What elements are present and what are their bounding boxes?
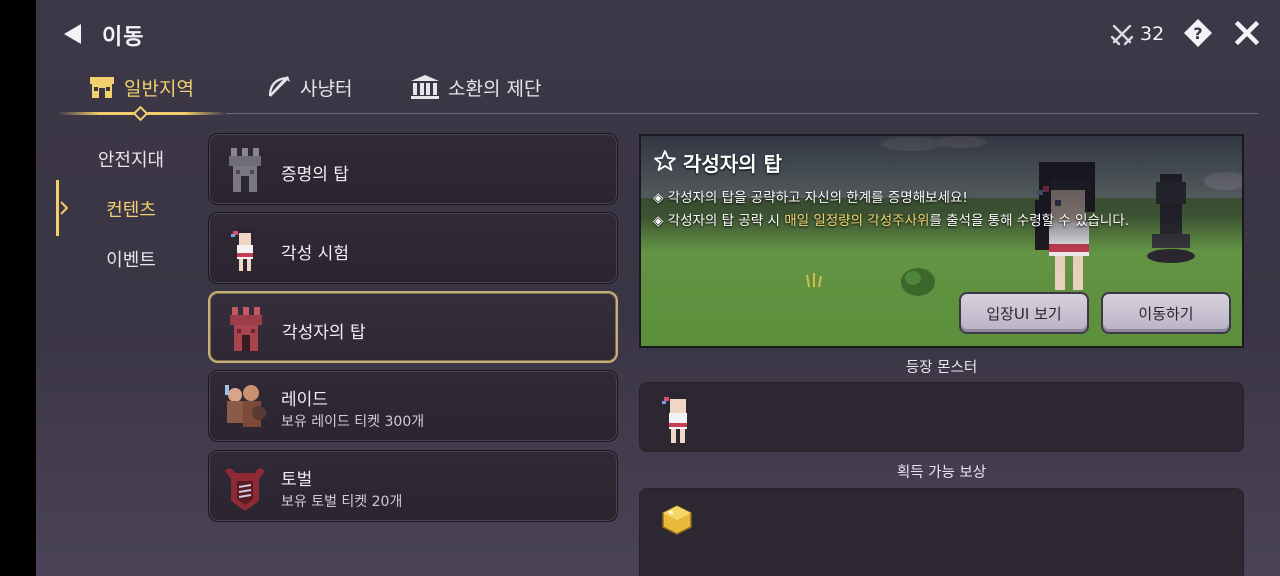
side-item-safe-zone[interactable]: 안전지대 <box>76 146 186 172</box>
gold-dice-reward-icon[interactable] <box>660 503 694 537</box>
list-item-raid[interactable]: 레이드 보유 레이드 티켓 300개 <box>208 370 618 442</box>
close-button[interactable] <box>1232 18 1262 48</box>
temple-icon <box>411 75 439 99</box>
tab-general-area[interactable]: 일반지역 <box>88 70 194 104</box>
back-button[interactable] <box>56 18 88 50</box>
page-title: 이동 <box>102 25 145 50</box>
list-item-subjugation[interactable]: 토벌 보유 토벌 티켓 20개 <box>208 450 618 522</box>
detail-title: 각성자의 탑 <box>683 152 782 176</box>
side-active-marker <box>56 180 59 236</box>
list-item-subtitle: 보유 토벌 티켓 20개 <box>281 494 403 510</box>
tab-label: 사냥터 <box>300 77 353 100</box>
list-item-subtitle: 보유 레이드 티켓 300개 <box>281 414 425 430</box>
move-button[interactable]: 이동하기 <box>1101 292 1231 334</box>
crest-banner-icon <box>225 468 265 511</box>
description-text: 를 출석을 통해 수령할 수 있습니다. <box>929 213 1130 229</box>
star-icon <box>654 150 676 171</box>
tab-label: 소환의 제단 <box>448 77 542 100</box>
tab-summon-altar[interactable]: 소환의 제단 <box>410 70 541 104</box>
gray-tower-icon <box>229 148 261 192</box>
monsters-label: 등장 몬스터 <box>905 360 978 376</box>
side-item-event[interactable]: 이벤트 <box>76 246 186 272</box>
close-icon <box>1234 20 1260 46</box>
detail-banner: 각성자의 탑 ◈ 각성자의 탑을 공략하고 자신의 한계를 증명해보세요! ◈ … <box>639 134 1244 348</box>
tabs-divider <box>226 113 1258 114</box>
list-item-tower-of-proof[interactable]: 증명의 탑 <box>208 133 618 205</box>
move-screen: 이동 32 ? 일반지역 사냥터 소환의 제단 안전지대 컨텐츠 이벤트 증명의… <box>36 0 1280 576</box>
active-tab-diamond <box>132 105 149 122</box>
back-arrow-icon <box>64 24 81 44</box>
chevron-right-icon <box>60 201 68 215</box>
detail-description-line-2: ◈ 각성자의 탑 공략 시 매일 일정량의 각성주사위를 출석을 통해 수령할 … <box>653 209 1129 229</box>
enter-ui-button[interactable]: 입장UI 보기 <box>959 292 1089 334</box>
detail-description-line-1: ◈ 각성자의 탑을 공략하고 자신의 한계를 증명해보세요! <box>653 190 968 206</box>
monster-girl-icon[interactable] <box>658 389 698 447</box>
crossed-swords-icon <box>1110 24 1134 46</box>
help-button[interactable]: ? <box>1183 18 1213 48</box>
description-highlight: 매일 일정량의 각성주사위 <box>784 213 930 229</box>
screen-left-edge <box>0 0 36 576</box>
list-item-title: 레이드 <box>281 390 328 410</box>
red-tower-icon <box>230 307 262 351</box>
tab-label: 일반지역 <box>124 77 194 100</box>
list-item-title: 각성자의 탑 <box>282 323 366 343</box>
side-item-contents[interactable]: 컨텐츠 <box>76 196 186 222</box>
rewards-box <box>639 488 1244 576</box>
list-item-awakener-tower[interactable]: 각성자의 탑 <box>208 291 618 363</box>
shop-icon <box>90 77 114 98</box>
girl-character-icon <box>231 227 254 271</box>
list-item-title: 토벌 <box>281 470 313 490</box>
question-icon: ? <box>1184 19 1212 47</box>
list-item-title: 증명의 탑 <box>281 165 349 185</box>
stamina-counter: 32 <box>1110 20 1164 48</box>
list-item-title: 각성 시험 <box>281 244 349 264</box>
raid-party-icon <box>225 385 266 427</box>
monsters-box <box>639 382 1244 452</box>
list-item-awakening-trial[interactable]: 각성 시험 <box>208 212 618 284</box>
description-text: ◈ 각성자의 탑 공략 시 <box>653 213 785 229</box>
tab-hunting-ground[interactable]: 사냥터 <box>266 70 352 104</box>
svg-text:?: ? <box>1193 24 1202 43</box>
stamina-value: 32 <box>1140 23 1165 45</box>
bow-icon <box>268 76 290 97</box>
rewards-label: 획득 가능 보상 <box>896 465 987 481</box>
